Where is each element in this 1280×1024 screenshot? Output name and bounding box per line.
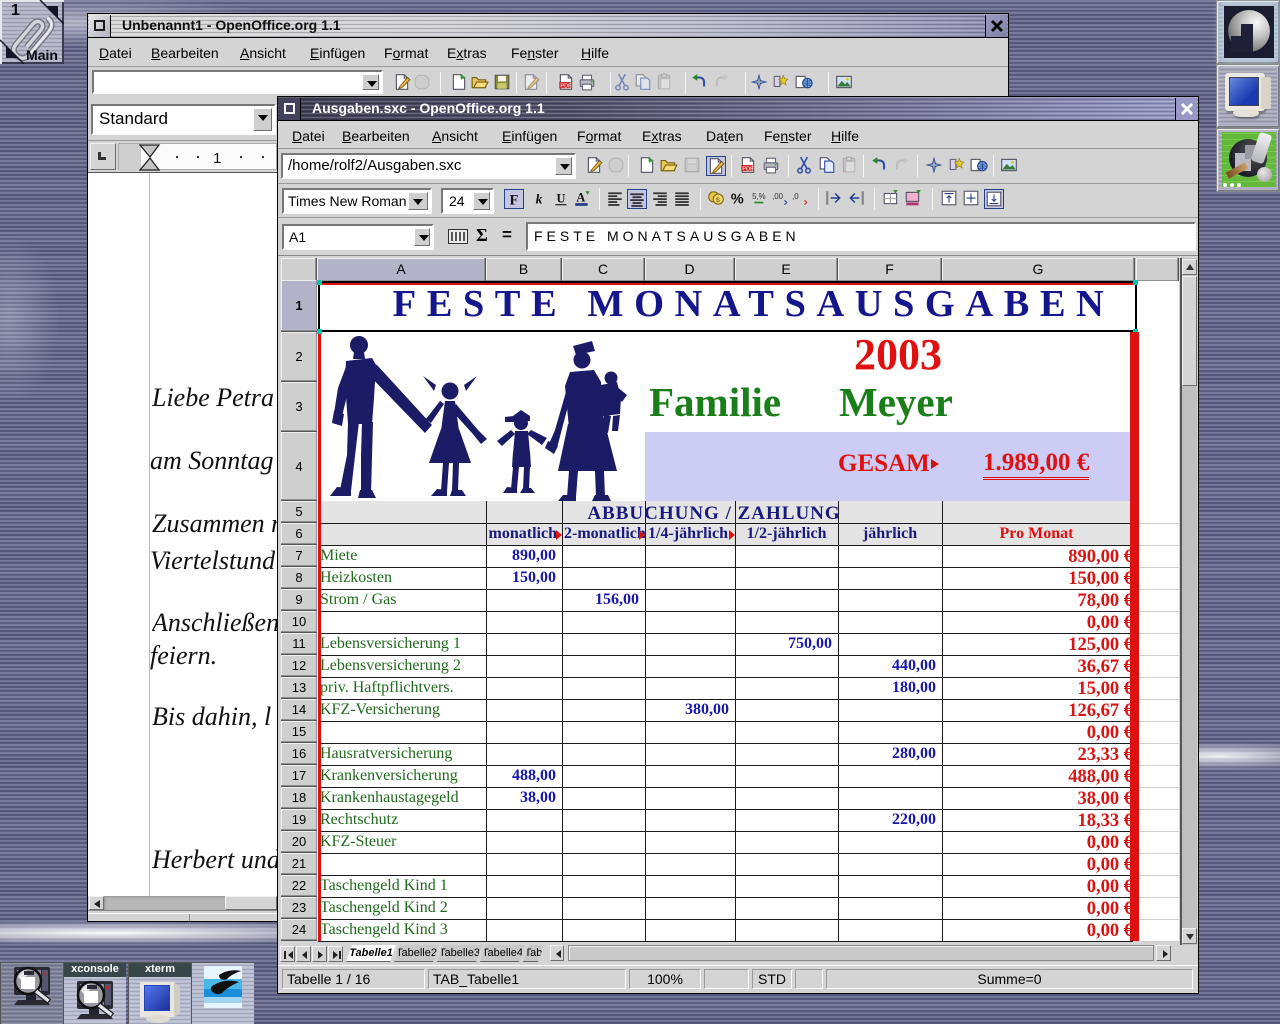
- svg-text:1: 1: [213, 150, 221, 167]
- svg-text:k: k: [536, 192, 543, 207]
- svg-text:%: %: [731, 192, 744, 207]
- svg-text:$: $: [716, 197, 720, 204]
- svg-text:PDF: PDF: [560, 83, 572, 89]
- svg-text:A: A: [576, 190, 585, 204]
- svg-text:F: F: [510, 193, 519, 208]
- svg-text:PDF: PDF: [742, 166, 754, 172]
- svg-text:,0: ,0: [792, 192, 799, 201]
- svg-text:U: U: [557, 192, 566, 206]
- svg-text:,00: ,00: [772, 192, 784, 201]
- svg-text:5,%: 5,%: [752, 192, 766, 201]
